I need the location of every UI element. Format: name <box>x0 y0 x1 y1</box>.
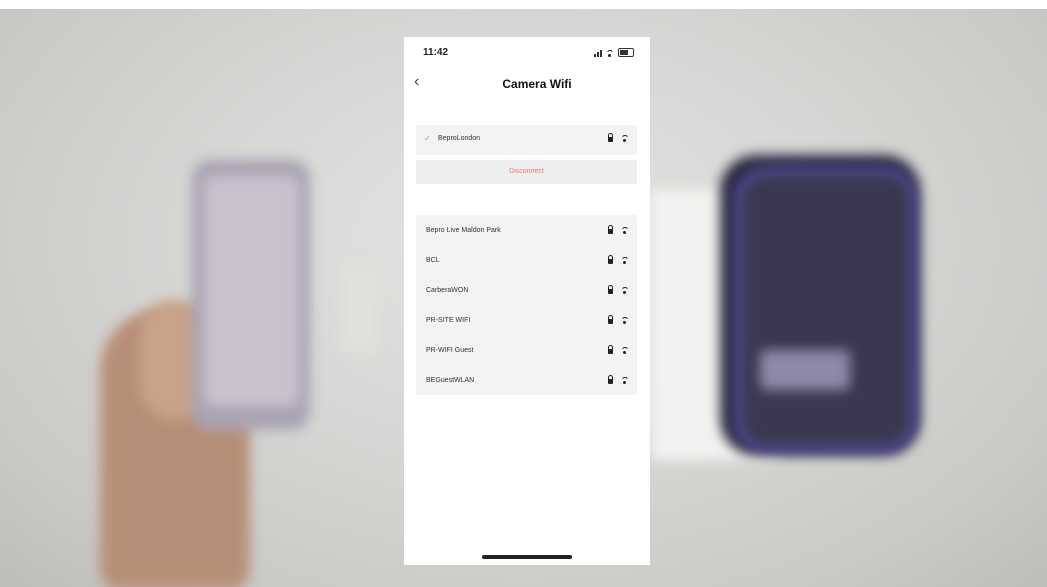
battery-icon <box>618 48 634 57</box>
network-row[interactable]: PR-SITE WIFI <box>416 305 637 335</box>
lock-icon <box>608 315 613 324</box>
network-row[interactable]: BEGuestWLAN <box>416 365 637 395</box>
network-name: Bepro Live Maldon Park <box>426 227 501 234</box>
status-time: 11:42 <box>423 47 449 58</box>
wifi-icon <box>621 286 629 294</box>
lock-icon <box>608 255 613 264</box>
status-icons <box>594 48 634 57</box>
phone-screen: 11:42 ‹ Camera Wifi ✓ BeproLondon Discon… <box>404 37 650 565</box>
wifi-icon <box>621 134 629 142</box>
wifi-icon <box>621 376 629 384</box>
background-device-ring <box>735 168 917 452</box>
network-row[interactable]: CarberaWON <box>416 275 637 305</box>
network-name: BCL <box>426 257 440 264</box>
cellular-signal-icon <box>594 49 602 57</box>
background-device-panel <box>760 350 850 390</box>
lock-icon <box>608 345 613 354</box>
network-name: CarberaWON <box>426 287 469 294</box>
page-title: Camera Wifi <box>502 77 572 91</box>
lock-icon <box>608 133 613 142</box>
frame-top-border <box>0 0 1047 9</box>
network-name: PR-WIFI Guest <box>426 347 474 354</box>
disconnect-button[interactable]: Disconnect <box>416 160 637 184</box>
connected-network-row[interactable]: ✓ BeproLondon <box>416 125 637 155</box>
network-name: BEGuestWLAN <box>426 377 475 384</box>
network-row[interactable]: Bepro Live Maldon Park <box>416 215 637 245</box>
home-indicator[interactable] <box>482 555 572 559</box>
status-bar: 11:42 <box>404 37 650 71</box>
wifi-icon <box>621 226 629 234</box>
lock-icon <box>608 375 613 384</box>
nav-bar: ‹ Camera Wifi <box>404 71 650 99</box>
background-strip <box>340 262 380 352</box>
status-wifi-icon <box>606 49 614 57</box>
network-row[interactable]: PR-WIFI Guest <box>416 335 637 365</box>
network-list: Bepro Live Maldon Park BCL CarberaWON PR… <box>416 215 637 395</box>
wifi-icon <box>621 346 629 354</box>
checkmark-icon: ✓ <box>424 134 431 143</box>
connected-network-name: BeproLondon <box>438 135 481 142</box>
network-name: PR-SITE WIFI <box>426 317 471 324</box>
network-row[interactable]: BCL <box>416 245 637 275</box>
wifi-icon <box>621 316 629 324</box>
background-phone-screen <box>204 176 299 406</box>
video-frame: 11:42 ‹ Camera Wifi ✓ BeproLondon Discon… <box>0 0 1047 587</box>
wifi-icon <box>621 256 629 264</box>
lock-icon <box>608 225 613 234</box>
lock-icon <box>608 285 613 294</box>
